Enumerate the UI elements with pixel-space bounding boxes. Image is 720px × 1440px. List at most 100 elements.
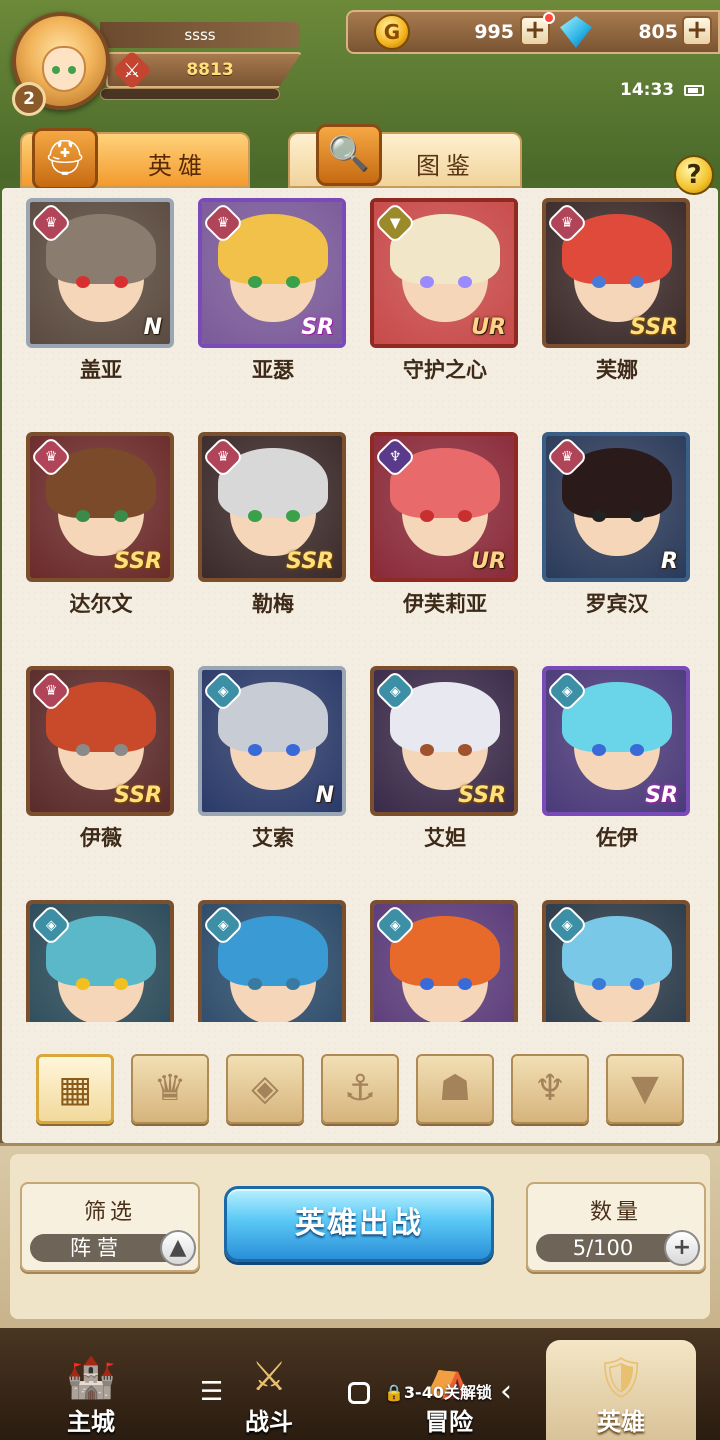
wing-faction-icon: ▼ <box>631 1068 659 1109</box>
hero-portrait: ▼ UR <box>370 198 518 348</box>
filter-wing-faction-button[interactable]: ▼ <box>606 1054 684 1124</box>
hero-portrait: ♛ R <box>542 432 690 582</box>
rarity-badge: SSR <box>286 549 334 574</box>
battery-icon <box>684 85 704 96</box>
hero-card[interactable]: ▼ UR 守护之心 <box>370 188 520 388</box>
hero-portrait: ♛ SSR <box>26 432 174 582</box>
hero-portrait: ♛ N <box>26 198 174 348</box>
hero-grid: ♛ N 盖亚 ♛ SR 亚瑟 ▼ UR 守护之心 ♛ SSR 芙娜 ♛ SSR 达尔文 ♛ SSR 勒梅 ♆ UR 伊芙… <box>2 188 718 1022</box>
hero-name: 达尔文 <box>69 592 133 616</box>
tab-guide-label: 图鉴 <box>416 152 476 180</box>
hero-portrait: ◈ <box>542 900 690 1022</box>
hero-card[interactable]: ◈ <box>26 890 176 1022</box>
hero-card[interactable]: ♛ R 罗宾汉 <box>542 422 692 622</box>
hero-name: 艾妲 <box>424 826 466 850</box>
rarity-badge: N <box>315 783 334 808</box>
hero-card[interactable]: ◈ N 艾索 <box>198 656 348 856</box>
hero-portrait: ♛ SSR <box>198 432 346 582</box>
hero-card[interactable]: ♛ SSR 芙娜 <box>542 188 692 388</box>
tab-heroes[interactable]: ⛑ 英雄 <box>20 128 250 190</box>
filter-box: 筛选 阵营 ▲ <box>20 1182 200 1272</box>
filter-horn-faction-button[interactable]: ♆ <box>511 1054 589 1124</box>
help-button[interactable]: ? <box>674 155 714 195</box>
diamond-faction-icon: ◈ <box>251 1068 279 1109</box>
count-title: 数量 <box>589 1200 642 1225</box>
hero-portrait: ◈ <box>198 900 346 1022</box>
hero-name: 守护之心 <box>403 358 487 382</box>
hero-name: 佐伊 <box>596 826 638 850</box>
hero-card[interactable]: ♛ SSR 达尔文 <box>26 422 176 622</box>
lock-hint: 🔒3-40关解锁 <box>384 1383 492 1402</box>
filter-diamond-faction-button[interactable]: ◈ <box>226 1054 304 1124</box>
magnifier-icon: 🔍 <box>316 124 382 186</box>
hero-card[interactable]: ♛ SSR 伊薇 <box>26 656 176 856</box>
filter-all-grid-button[interactable]: ▦ <box>36 1054 114 1124</box>
expand-up-icon[interactable]: ▲ <box>160 1230 196 1266</box>
hero-card[interactable]: ◈ <box>370 890 520 1022</box>
filter-title: 筛选 <box>83 1200 136 1225</box>
rarity-badge: UR <box>471 315 506 340</box>
level-badge: 2 <box>12 82 46 116</box>
hero-name: 伊芙莉亚 <box>403 592 487 616</box>
exp-bar <box>100 88 280 100</box>
rarity-badge: SSR <box>114 783 162 808</box>
filter-anchor-faction-button[interactable]: ⚓ <box>321 1054 399 1124</box>
hero-name: 艾索 <box>252 826 294 850</box>
home-icon[interactable] <box>348 1382 370 1404</box>
gem-amount: 805 <box>638 21 678 43</box>
hero-portrait: ♛ SSR <box>26 666 174 816</box>
rarity-badge: SSR <box>458 783 506 808</box>
lock-hint-text: 3-40关解锁 <box>403 1383 492 1402</box>
hero-portrait: ◈ SR <box>542 666 690 816</box>
hero-portrait: ◈ <box>370 900 518 1022</box>
hero-name: 芙娜 <box>596 358 638 382</box>
hero-name: 亚瑟 <box>252 358 294 382</box>
hero-card[interactable]: ◈ SSR 艾妲 <box>370 656 520 856</box>
hero-name: 盖亚 <box>80 358 122 382</box>
hero-card[interactable]: ♛ N 盖亚 <box>26 188 176 388</box>
gold-amount: 995 <box>474 21 514 43</box>
hero-card[interactable]: ◈ <box>542 890 692 1022</box>
hero-name: 伊薇 <box>80 826 122 850</box>
tab-guide[interactable]: 🔍 图鉴 <box>288 124 522 188</box>
back-icon[interactable]: ‹ <box>500 1377 512 1407</box>
menu-icon[interactable]: ☰ <box>200 1378 223 1406</box>
hero-card[interactable]: ◈ SR 佐伊 <box>542 656 692 856</box>
faction-filter-row: ▦ ♛ ◈ ⚓ ☗ ♆ ▼ <box>2 1050 718 1130</box>
hero-card[interactable]: ◈ <box>198 890 348 1022</box>
gold-coin-icon: G <box>374 14 410 50</box>
filter-flame-faction-button[interactable]: ♛ <box>131 1054 209 1124</box>
filter-beast-faction-button[interactable]: ☗ <box>416 1054 494 1124</box>
rarity-badge: N <box>143 315 162 340</box>
system-nav-overlay: ☰ 🔒3-40关解锁 ‹ <box>0 1377 720 1408</box>
add-gem-button[interactable]: + <box>682 16 712 46</box>
power-value: 8813 <box>186 60 234 80</box>
hero-count-box: 数量 5/100 + <box>526 1182 706 1272</box>
rarity-badge: SSR <box>114 549 162 574</box>
hero-name: 勒梅 <box>252 592 294 616</box>
anchor-faction-icon: ⚓ <box>343 1068 377 1109</box>
deploy-heroes-button[interactable]: 英雄出战 <box>224 1186 494 1262</box>
clock: 14:33 <box>620 80 675 100</box>
tab-heroes-label: 英雄 <box>148 152 208 180</box>
hero-portrait: ♛ SR <box>198 198 346 348</box>
hero-portrait: ♆ UR <box>370 432 518 582</box>
hero-name: 罗宾汉 <box>585 592 649 616</box>
hero-card[interactable]: ♆ UR 伊芙莉亚 <box>370 422 520 622</box>
hero-panel: ♛ N 盖亚 ♛ SR 亚瑟 ▼ UR 守护之心 ♛ SSR 芙娜 ♛ SSR 达尔文 ♛ SSR 勒梅 ♆ UR 伊芙… <box>2 188 718 1143</box>
player-name: ssss <box>100 22 300 48</box>
rarity-badge: SR <box>301 315 334 340</box>
hero-portrait: ◈ <box>26 900 174 1022</box>
add-capacity-button[interactable]: + <box>664 1230 700 1266</box>
horn-faction-icon: ♆ <box>533 1068 567 1109</box>
rarity-badge: SR <box>645 783 678 808</box>
hero-portrait: ♛ SSR <box>542 198 690 348</box>
rarity-badge: R <box>661 549 678 574</box>
hero-card[interactable]: ♛ SSR 勒梅 <box>198 422 348 622</box>
flame-faction-icon: ♛ <box>153 1068 187 1109</box>
rarity-badge: SSR <box>630 315 678 340</box>
hero-card[interactable]: ♛ SR 亚瑟 <box>198 188 348 388</box>
rarity-badge: UR <box>471 549 506 574</box>
hero-portrait: ◈ SSR <box>370 666 518 816</box>
hero-portrait: ◈ N <box>198 666 346 816</box>
